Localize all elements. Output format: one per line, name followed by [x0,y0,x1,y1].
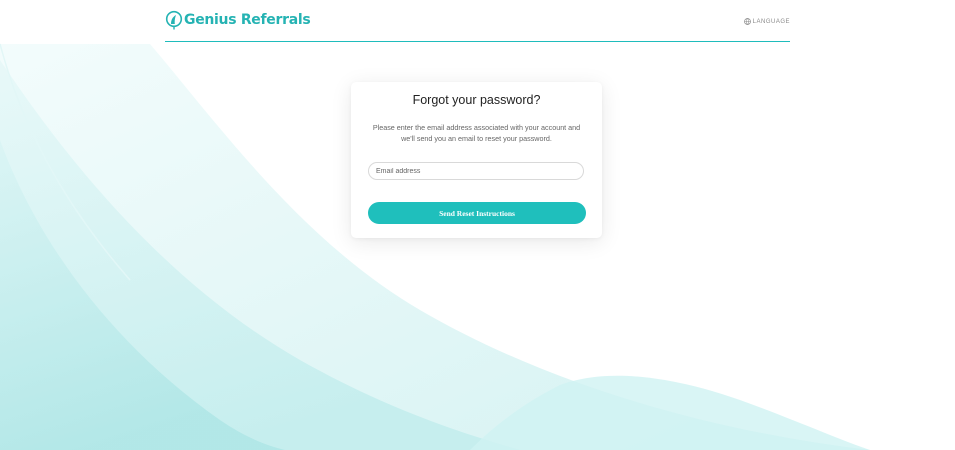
forgot-password-card: Forgot your password? Please enter the e… [351,82,602,238]
card-title: Forgot your password? [412,93,541,107]
email-field[interactable] [368,162,584,180]
genius-referrals-logo-icon [165,10,183,30]
forgot-password-page: Genius Referrals LANGUAGE Forgot your pa… [0,0,955,450]
send-reset-instructions-button[interactable]: Send Reset Instructions [368,202,586,224]
language-label: LANGUAGE [752,18,790,25]
brand-name: Genius Referrals [184,12,311,28]
card-description: Please enter the email address associate… [372,123,581,143]
top-header: Genius Referrals LANGUAGE [165,0,790,42]
globe-icon [743,18,751,25]
language-selector[interactable]: LANGUAGE [743,18,790,25]
brand-logo[interactable]: Genius Referrals [165,9,311,31]
